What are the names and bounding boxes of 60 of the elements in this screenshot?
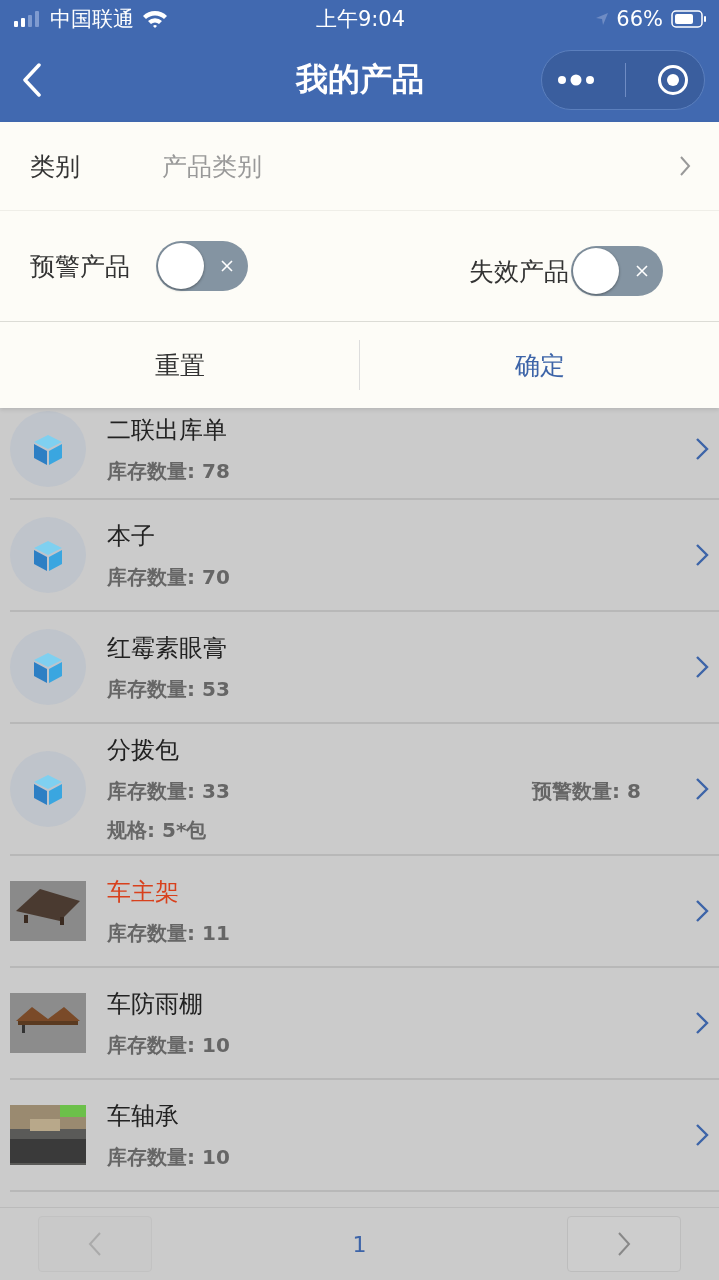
product-name: 本子	[107, 520, 156, 552]
product-row[interactable]: 车防雨棚 库存数量: 10	[10, 968, 719, 1080]
clock-time: 上午9:04	[315, 6, 406, 33]
product-row[interactable]: 车主架 库存数量: 11	[10, 856, 719, 968]
category-picker[interactable]: 类别 产品类别	[0, 122, 719, 211]
product-name: 车轴承	[107, 1100, 180, 1132]
reset-button[interactable]: 重置	[0, 322, 359, 408]
product-name: 二联出库单	[107, 414, 228, 446]
battery-percent: 66%	[616, 7, 663, 31]
chevron-right-icon	[695, 1011, 709, 1035]
cube-icon	[10, 751, 86, 827]
toggle-label: 失效产品	[469, 255, 569, 288]
chevron-right-icon	[695, 655, 709, 679]
chevron-right-icon	[695, 437, 709, 461]
product-row[interactable]: 本子 库存数量: 70	[10, 500, 719, 612]
product-row[interactable]: 红霉素眼膏 库存数量: 53	[10, 612, 719, 724]
back-icon[interactable]	[22, 63, 42, 97]
chevron-right-icon	[695, 543, 709, 567]
cube-icon	[10, 517, 86, 593]
category-placeholder: 产品类别	[162, 150, 263, 183]
chevron-right-icon	[617, 1231, 631, 1257]
product-name: 车防雨棚	[107, 988, 204, 1020]
close-target-icon[interactable]	[656, 64, 689, 96]
stock-count: 库存数量: 10	[107, 1031, 230, 1059]
cube-icon	[10, 411, 86, 487]
location-icon	[596, 13, 609, 25]
product-name: 车主架	[107, 876, 180, 908]
page-title: 我的产品	[295, 59, 424, 100]
toggle-switch[interactable]	[156, 241, 248, 291]
chevron-right-icon	[695, 899, 709, 923]
chevron-right-icon	[679, 155, 691, 177]
cross-icon	[635, 264, 649, 278]
cross-icon	[220, 259, 234, 273]
stock-count: 库存数量: 10	[107, 1143, 230, 1171]
confirm-button[interactable]: 确定	[360, 322, 719, 408]
stock-count: 库存数量: 78	[107, 457, 230, 485]
product-row[interactable]: 分拨包 库存数量: 33 预警数量: 8 规格: 5*包	[10, 724, 719, 856]
battery-icon	[671, 10, 707, 28]
chevron-right-icon	[695, 777, 709, 801]
cube-icon	[10, 629, 86, 705]
wifi-icon	[142, 10, 168, 28]
page-number: 1	[352, 1231, 367, 1257]
stock-count: 库存数量: 70	[107, 563, 230, 591]
alert-count: 预警数量: 8	[532, 778, 641, 805]
stock-count: 库存数量: 53	[107, 675, 230, 703]
toggle-label: 预警产品	[30, 250, 130, 283]
signal-icon	[14, 11, 42, 27]
more-icon[interactable]	[557, 74, 596, 86]
category-label: 类别	[30, 150, 81, 183]
carrier-name: 中国联通	[50, 6, 134, 33]
product-row[interactable]: 车轴承 库存数量: 10	[10, 1080, 719, 1192]
stock-count: 库存数量: 11	[107, 919, 230, 947]
product-name: 红霉素眼膏	[107, 632, 228, 664]
chevron-right-icon	[695, 1123, 709, 1147]
chevron-left-icon	[88, 1231, 102, 1257]
toggle-switch[interactable]	[571, 246, 663, 296]
product-name: 分拨包	[107, 735, 180, 766]
product-spec: 规格: 5*包	[107, 817, 208, 844]
stock-count: 库存数量: 33	[107, 778, 230, 805]
product-row[interactable]: 二联出库单 库存数量: 78	[10, 408, 719, 500]
